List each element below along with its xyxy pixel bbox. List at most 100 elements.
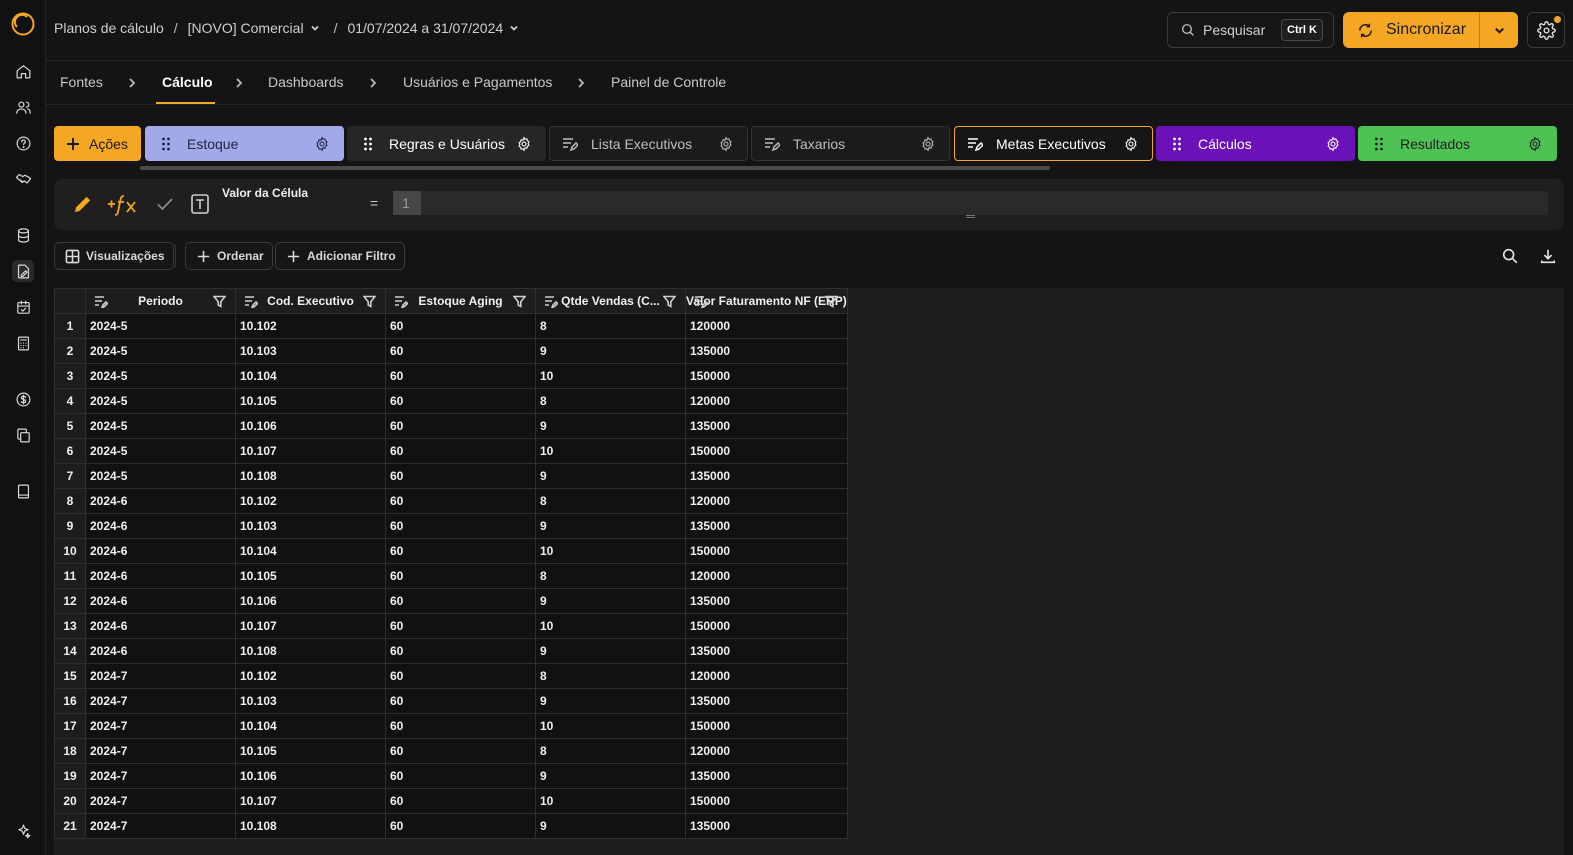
function-icon[interactable] [107, 192, 139, 216]
calendar-check-icon[interactable] [12, 296, 34, 318]
table-cell[interactable]: 10.107 [235, 438, 386, 464]
sparkles-icon[interactable] [12, 820, 34, 842]
table-cell[interactable]: 2024-6 [85, 613, 236, 639]
table-cell[interactable]: 135000 [685, 638, 848, 664]
views-button[interactable]: Visualizações [54, 242, 174, 270]
table-cell[interactable]: 10 [535, 613, 686, 639]
row-number[interactable]: 18 [54, 738, 86, 764]
row-number[interactable]: 5 [54, 413, 86, 439]
table-cell[interactable]: 10.104 [235, 538, 386, 564]
table-cell[interactable]: 60 [385, 563, 536, 589]
table-cell[interactable]: 10.108 [235, 463, 386, 489]
table-cell[interactable]: 10 [535, 788, 686, 814]
table-cell[interactable]: 135000 [685, 463, 848, 489]
table-cell[interactable]: 60 [385, 738, 536, 764]
row-number[interactable]: 20 [54, 788, 86, 814]
table-cell[interactable]: 135000 [685, 338, 848, 364]
table-cell[interactable]: 2024-5 [85, 438, 236, 464]
row-number[interactable]: 21 [54, 813, 86, 839]
add-filter-button[interactable]: Adicionar Filtro [275, 242, 405, 270]
row-number[interactable]: 16 [54, 688, 86, 714]
table-cell[interactable]: 135000 [685, 763, 848, 789]
gear-icon[interactable] [1527, 136, 1543, 152]
table-cell[interactable]: 8 [535, 738, 686, 764]
step-calculo[interactable]: Cálculo [162, 74, 213, 90]
row-number[interactable]: 8 [54, 488, 86, 514]
table-cell[interactable]: 60 [385, 813, 536, 839]
table-cell[interactable]: 9 [535, 338, 686, 364]
row-number[interactable]: 19 [54, 763, 86, 789]
sort-button[interactable]: Ordenar [185, 242, 273, 270]
table-cell[interactable]: 2024-7 [85, 763, 236, 789]
table-cell[interactable]: 60 [385, 513, 536, 539]
tab-taxarios[interactable]: Taxarios [751, 126, 950, 161]
table-cell[interactable]: 10.106 [235, 413, 386, 439]
table-cell[interactable]: 10.102 [235, 313, 386, 339]
row-number[interactable]: 1 [54, 313, 86, 339]
row-number[interactable]: 9 [54, 513, 86, 539]
column-header-qtde-vendas[interactable]: Qtde Vendas (C... [535, 288, 686, 314]
row-number[interactable]: 3 [54, 363, 86, 389]
table-cell[interactable]: 60 [385, 713, 536, 739]
calculation-plan-icon[interactable] [12, 260, 34, 282]
table-cell[interactable]: 2024-6 [85, 563, 236, 589]
sync-dropdown-button[interactable] [1479, 12, 1518, 48]
chevron-down-icon[interactable] [509, 23, 519, 33]
table-cell[interactable]: 60 [385, 413, 536, 439]
table-cell[interactable]: 60 [385, 463, 536, 489]
table-cell[interactable]: 150000 [685, 788, 848, 814]
table-cell[interactable]: 10.104 [235, 713, 386, 739]
row-number[interactable]: 11 [54, 563, 86, 589]
filter-icon[interactable] [363, 295, 376, 308]
chevron-down-icon[interactable] [310, 23, 320, 33]
book-icon[interactable] [12, 480, 34, 502]
gear-icon[interactable] [1325, 136, 1341, 152]
table-cell[interactable]: 10.103 [235, 688, 386, 714]
table-cell[interactable]: 8 [535, 313, 686, 339]
table-cell[interactable]: 9 [535, 513, 686, 539]
row-number[interactable]: 4 [54, 388, 86, 414]
table-cell[interactable]: 150000 [685, 713, 848, 739]
breadcrumb-plan[interactable]: [NOVO] Comercial [188, 20, 304, 36]
gear-icon[interactable] [516, 136, 532, 152]
row-number[interactable]: 12 [54, 588, 86, 614]
table-cell[interactable]: 10 [535, 713, 686, 739]
table-cell[interactable]: 60 [385, 363, 536, 389]
table-cell[interactable]: 10.102 [235, 488, 386, 514]
table-cell[interactable]: 60 [385, 663, 536, 689]
formula-input[interactable]: 1 [393, 191, 1548, 215]
table-cell[interactable]: 10 [535, 538, 686, 564]
row-number[interactable]: 15 [54, 663, 86, 689]
drag-handle-icon[interactable] [1169, 136, 1185, 152]
sync-button[interactable]: Sincronizar [1343, 12, 1479, 48]
table-cell[interactable]: 150000 [685, 613, 848, 639]
filter-icon[interactable] [824, 295, 838, 308]
gear-icon[interactable] [314, 136, 330, 152]
table-cell[interactable]: 9 [535, 638, 686, 664]
table-cell[interactable]: 60 [385, 313, 536, 339]
table-cell[interactable]: 2024-6 [85, 638, 236, 664]
table-cell[interactable]: 120000 [685, 663, 848, 689]
check-icon[interactable] [155, 194, 175, 214]
table-cell[interactable]: 135000 [685, 513, 848, 539]
table-cell[interactable]: 150000 [685, 438, 848, 464]
table-cell[interactable]: 2024-6 [85, 588, 236, 614]
pencil-icon[interactable] [72, 193, 94, 215]
column-header-cod-executivo[interactable]: Cod. Executivo [235, 288, 386, 314]
table-cell[interactable]: 2024-5 [85, 363, 236, 389]
table-cell[interactable]: 60 [385, 438, 536, 464]
resize-handle[interactable] [966, 215, 975, 218]
column-header-estoque-aging[interactable]: Estoque Aging [385, 288, 536, 314]
table-cell[interactable]: 2024-7 [85, 688, 236, 714]
table-cell[interactable]: 120000 [685, 563, 848, 589]
row-number[interactable]: 17 [54, 713, 86, 739]
table-cell[interactable]: 10.103 [235, 513, 386, 539]
step-dashboards[interactable]: Dashboards [268, 74, 344, 90]
table-cell[interactable]: 60 [385, 588, 536, 614]
table-cell[interactable]: 2024-7 [85, 713, 236, 739]
drag-handle-icon[interactable] [360, 136, 376, 152]
table-cell[interactable]: 10.105 [235, 563, 386, 589]
table-cell[interactable]: 9 [535, 763, 686, 789]
actions-button[interactable]: Ações [54, 126, 141, 161]
row-number[interactable]: 2 [54, 338, 86, 364]
